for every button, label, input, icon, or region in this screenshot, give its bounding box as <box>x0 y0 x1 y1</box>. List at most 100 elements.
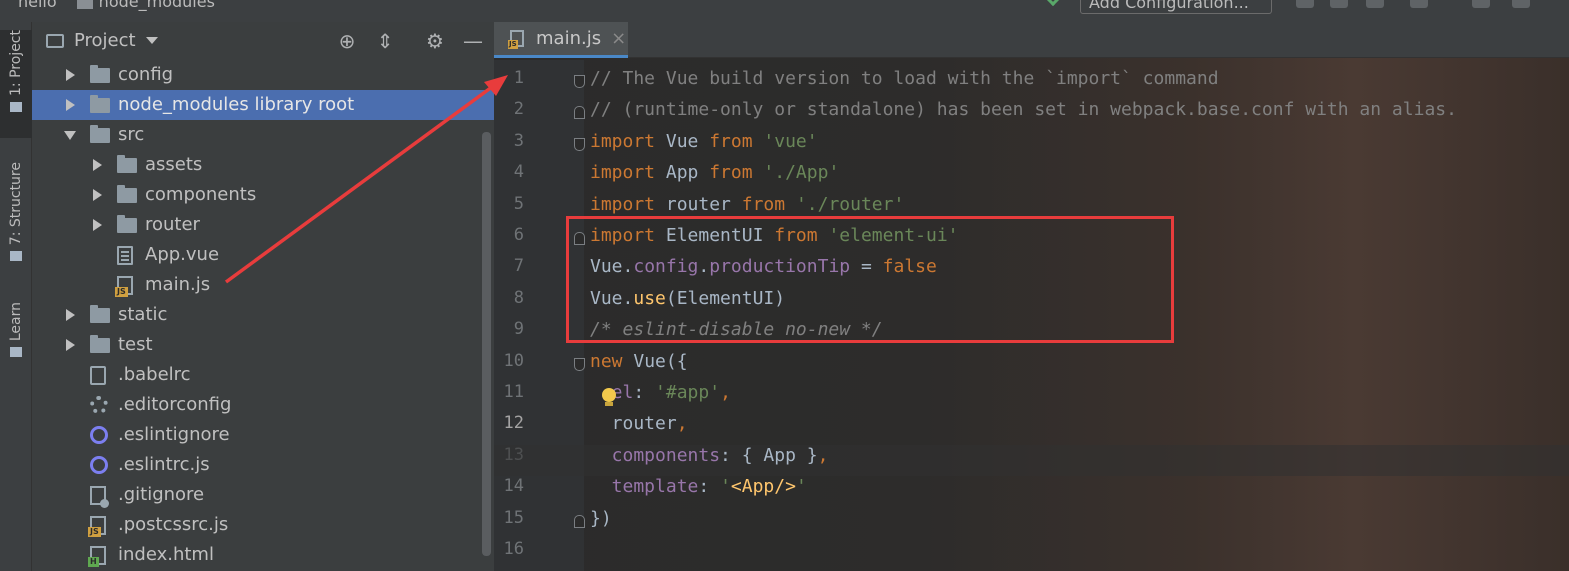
code-token: : <box>633 382 656 403</box>
code-token: template <box>590 476 699 498</box>
add-configuration-button[interactable]: Add Configuration... <box>1080 0 1272 14</box>
code-token: import <box>590 130 656 152</box>
tree-item-label: router <box>145 214 200 235</box>
babel-file-icon <box>90 366 106 385</box>
tree-item-label: test <box>118 334 153 355</box>
tree-item-label: node_modules library root <box>118 94 355 115</box>
tree-item[interactable]: node_modules library root <box>32 90 494 120</box>
project-panel-header: Project ⊕ ⇕ ⚙ — <box>32 22 494 58</box>
project-tree: config node_modules library root src assets… <box>32 60 494 570</box>
folder-icon <box>90 305 110 323</box>
debug-icon[interactable] <box>1330 0 1348 8</box>
code-token: router <box>655 193 742 215</box>
fold-open-icon[interactable] <box>574 137 585 151</box>
minimize-icon[interactable]: — <box>462 30 484 52</box>
chevron-right-icon[interactable] <box>66 339 75 351</box>
tool-tab-project[interactable]: 1: Project <box>0 30 32 138</box>
breadcrumb-project[interactable]: hello <box>18 0 57 11</box>
tree-item[interactable]: static <box>32 300 494 330</box>
code-line: // (runtime-only or standalone) has been… <box>590 94 1457 125</box>
tree-item[interactable]: .eslintignore <box>32 420 494 450</box>
chevron-right-icon[interactable] <box>66 99 75 111</box>
tool-tab-learn[interactable]: Learn <box>0 302 32 382</box>
locate-icon[interactable]: ⊕ <box>336 30 358 52</box>
fold-close-icon[interactable] <box>574 514 585 528</box>
line-number: 16 <box>503 539 524 559</box>
title-bar: hello node_modules Add Configuration... <box>0 0 1569 22</box>
coverage-icon[interactable] <box>1366 0 1384 8</box>
git-ignore-icon <box>90 486 109 508</box>
tree-item-label: src <box>118 124 145 145</box>
project-view-selector[interactable]: Project <box>46 30 158 51</box>
bug-icon[interactable] <box>1512 0 1530 8</box>
js-file-icon <box>88 516 106 537</box>
profile-icon[interactable] <box>1410 0 1428 8</box>
chevron-down-icon[interactable] <box>64 131 76 140</box>
fold-open-icon[interactable] <box>574 75 585 88</box>
code-token: : { App } <box>720 444 818 466</box>
tree-item-label: .gitignore <box>118 484 205 505</box>
tool-window-strip: 1: Project 7: Structure Learn <box>0 22 32 571</box>
line-number: 14 <box>503 476 524 497</box>
chevron-right-icon[interactable] <box>93 189 102 201</box>
gear-icon[interactable]: ⚙ <box>424 30 446 52</box>
line-number: 8 <box>513 287 524 308</box>
tree-item[interactable]: test <box>32 330 494 360</box>
line-number: 2 <box>513 99 524 120</box>
project-panel-scrollbar[interactable] <box>482 132 491 556</box>
annotation-highlight-box <box>566 216 1174 343</box>
code-token: // The Vue build version to load with th… <box>590 68 1219 89</box>
tree-item[interactable]: router <box>32 210 494 240</box>
code-token: from <box>709 130 753 152</box>
fold-close-icon[interactable] <box>574 106 585 120</box>
folder-icon <box>90 125 110 143</box>
line-number: 1 <box>513 68 524 88</box>
collapse-icon[interactable]: ⇕ <box>374 30 396 52</box>
tree-item[interactable]: .babelrc <box>32 360 494 390</box>
code-line: router, <box>590 408 688 439</box>
tree-item[interactable]: .eslintrc.js <box>32 450 494 480</box>
tab-label: main.js <box>536 28 602 49</box>
tool-tab-structure[interactable]: 7: Structure <box>0 162 32 282</box>
stop-icon[interactable] <box>1472 0 1490 8</box>
lightbulb-icon[interactable] <box>602 388 616 406</box>
tree-item[interactable]: .gitignore <box>32 480 494 510</box>
build-icon[interactable] <box>1045 0 1061 7</box>
breadcrumb-folder[interactable]: node_modules <box>99 0 215 11</box>
tool-tab-project-label: 1: Project <box>8 30 24 96</box>
js-file-icon <box>508 30 524 49</box>
code-token: : <box>698 476 721 498</box>
fold-open-icon[interactable] <box>574 357 585 371</box>
tree-item-label: static <box>118 304 168 325</box>
structure-icon <box>10 251 22 262</box>
tree-item[interactable]: main.js <box>32 270 494 300</box>
tree-item[interactable]: assets <box>32 150 494 180</box>
tree-item[interactable]: src <box>32 120 494 150</box>
project-window-icon <box>46 33 64 48</box>
code-token: './App' <box>763 162 840 184</box>
tree-item[interactable]: config <box>32 60 494 90</box>
tree-item-label: assets <box>145 154 203 175</box>
tree-item[interactable]: .editorconfig <box>32 390 494 420</box>
code-line: import Vue from 'vue' <box>590 126 818 157</box>
chevron-right-icon[interactable] <box>93 159 102 171</box>
tree-item-label: components <box>145 184 257 205</box>
code-line: }) <box>590 503 612 534</box>
tree-item[interactable]: index.html <box>32 540 494 570</box>
close-icon[interactable]: × <box>611 28 626 49</box>
editor-tab-bar: main.js × <box>494 22 1569 58</box>
tree-item[interactable]: .postcssrc.js <box>32 510 494 540</box>
code-token: Vue({ <box>622 350 688 372</box>
tree-item[interactable]: components <box>32 180 494 210</box>
js-file-icon <box>115 276 133 297</box>
run-icon[interactable] <box>1296 0 1314 8</box>
tab-main-js[interactable]: main.js × <box>494 22 628 58</box>
code-token: from <box>709 162 753 184</box>
chevron-right-icon[interactable] <box>93 219 102 231</box>
chevron-right-icon[interactable] <box>66 69 75 81</box>
folder-icon <box>117 155 137 173</box>
tree-item[interactable]: App.vue <box>32 240 494 270</box>
chevron-right-icon[interactable] <box>66 309 75 321</box>
